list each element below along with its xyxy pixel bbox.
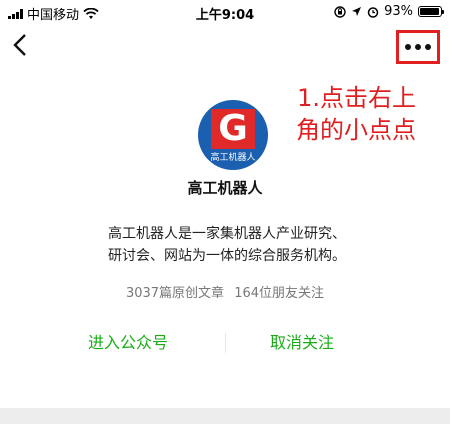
- status-bar: 中国移动 上午9:04 93%: [0, 0, 450, 24]
- actions-divider: [225, 333, 226, 353]
- account-logo: G 高工机器人: [198, 100, 268, 170]
- annotation-line-1: 1.点击右上: [297, 84, 416, 112]
- more-dots-icon: [405, 44, 431, 50]
- account-stats: 3037篇原创文章 164位朋友关注: [0, 282, 450, 301]
- more-options-button[interactable]: [396, 30, 440, 64]
- instruction-annotation: 1.点击右上 角的小点点: [286, 82, 416, 146]
- back-button[interactable]: [8, 30, 32, 60]
- location-icon: [352, 7, 362, 16]
- battery-percent: 93%: [384, 4, 413, 19]
- original-articles-count: 3037篇原创文章: [125, 286, 225, 301]
- friends-following-count: 164位朋友关注: [234, 286, 325, 301]
- alarm-icon: [367, 6, 379, 18]
- bottom-separator: [0, 408, 450, 424]
- logo-letter: G: [211, 109, 255, 149]
- account-actions: 进入公众号 取消关注: [0, 330, 450, 358]
- rotation-lock-icon: [334, 5, 346, 18]
- logo-text: 高工机器人: [210, 153, 256, 163]
- account-name: 高工机器人: [187, 179, 263, 197]
- unfollow-button[interactable]: 取消关注: [270, 330, 334, 356]
- status-right: 93%: [334, 4, 444, 19]
- chevron-left-icon: [13, 34, 26, 56]
- annotation-line-2: 角的小点点: [296, 116, 416, 144]
- account-description: 高工机器人是一家集机器人产业研究、研讨会、网站为一体的综合服务机构。: [108, 226, 346, 264]
- battery-icon: [418, 6, 444, 17]
- enter-account-button[interactable]: 进入公众号: [88, 330, 168, 356]
